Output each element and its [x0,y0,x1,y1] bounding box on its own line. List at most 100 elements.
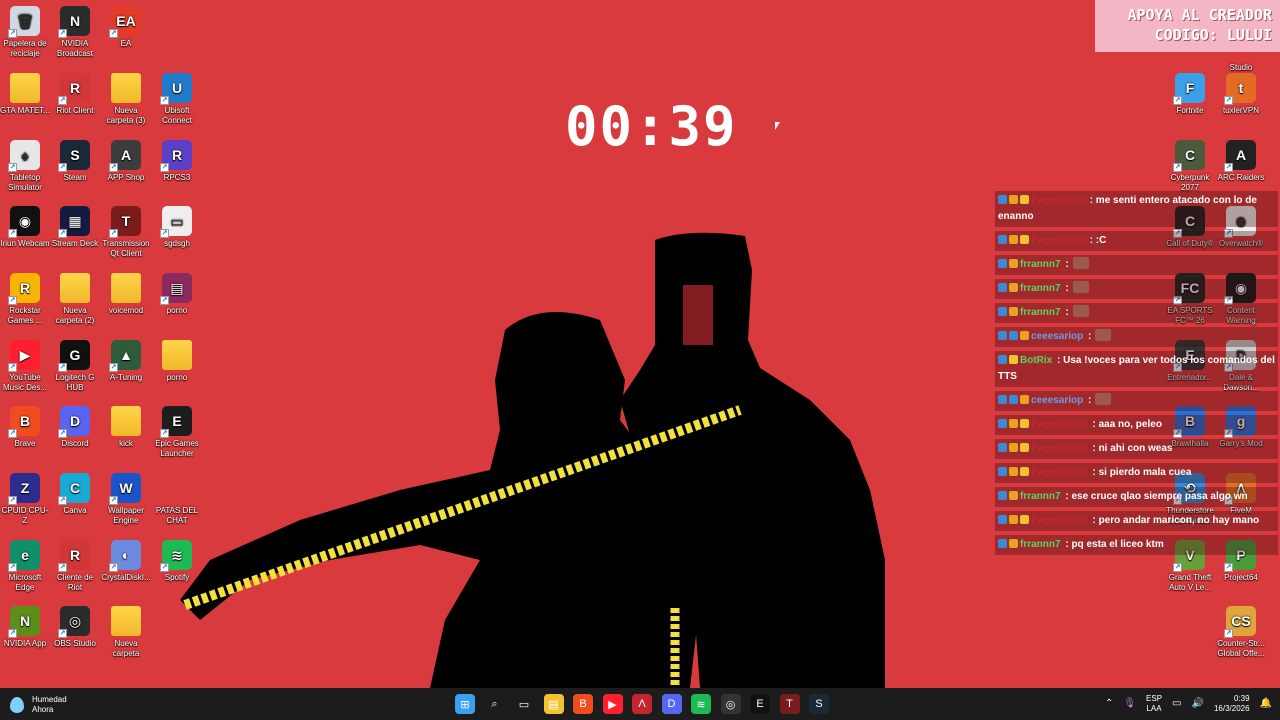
taskbar-transmission-icon[interactable]: T [779,694,800,714]
desktop-icon-nvidia-broadcast[interactable]: N ↗ NVIDIA Broadcast [50,6,100,59]
desktop-icon-nueva-carpeta-2[interactable]: Nueva carpeta (2) [50,273,100,326]
desktop-icon-nueva-carpeta[interactable]: Nueva carpeta [101,606,151,659]
desktop-icon-tabletop-simulator[interactable]: ♠ ↗ Tabletop Simulator [0,140,50,193]
chat-badge-icon [1009,355,1018,364]
chat-badge-icon [1009,331,1018,340]
desktop-icon-label: Wallpaper Engine [108,506,144,525]
taskbar-youtube-music-icon[interactable]: ▶ [602,694,623,714]
desktop-icon-label: Discord [61,439,89,448]
desktop-icon-brave[interactable]: B ↗ Brave [0,406,50,449]
taskbar-file-explorer-icon[interactable]: ▤ [543,694,564,714]
desktop-icon-transmission-qt-client[interactable]: T ↗ Transmission Qt Client [101,206,151,259]
desktop-icon-porno[interactable]: ▤ ↗ porno [152,273,202,316]
chat-text: : aaa no, peleo [1089,419,1162,430]
desktop-icon-logitech-g-hub[interactable]: G ↗ Logitech G HUB [50,340,100,393]
desktop-icon-gta-matet[interactable]: GTA MATET... [0,73,50,116]
shortcut-arrow-icon: ↗ [160,229,169,238]
desktop-icon-label: Nueva carpeta (3) [106,106,146,125]
chat-badge-icon [1009,283,1018,292]
taskbar-app-a-icon[interactable]: Λ [632,694,652,714]
chat-badge-icon [1020,195,1029,204]
desktop-icon-iriun-webcam[interactable]: ◉ ↗ Iriun Webcam [0,206,50,249]
desktop-icon-label: Ubisoft Connect [162,106,192,125]
taskbar-steam-icon[interactable]: S [809,694,829,714]
desktop-icon-rpcs3[interactable]: R ↗ RPCS3 [152,140,202,183]
chat-badge-icon [998,259,1007,268]
desktop-icon-steam[interactable]: S ↗ Steam [50,140,100,183]
microphone-icon[interactable]: 🎙 [1123,699,1136,709]
shortcut-arrow-icon: ↗ [58,563,67,572]
desktop-icon-label: Cliente de Riot [56,573,94,592]
desktop-icon-app-shop[interactable]: A ↗ APP Shop [101,140,151,183]
desktop-icon-label: Grand Theft Auto V Le... [1168,573,1212,592]
shortcut-arrow-icon: ↗ [8,496,17,505]
shortcut-arrow-icon: ↗ [58,629,67,638]
discord-icon: D ↗ [58,406,90,438]
desktop-icon-tuxlervpn[interactable]: t ↗ tuxlerVPN [1216,73,1266,116]
desktop-icon-arc-raiders[interactable]: A ↗ ARC Raiders [1216,140,1266,183]
desktop-icon-label: Rockstar Games ... [7,306,43,325]
clock[interactable]: 0:39 16/3/2026 [1214,694,1250,714]
shortcut-arrow-icon: ↗ [109,363,118,372]
weather-widget[interactable]: Humedad Ahora [10,693,67,717]
desktop-icon-canva[interactable]: C ↗ Canva [50,473,100,516]
cpuid-cpu-z-icon: Z ↗ [8,473,40,505]
desktop-icon-fortnite[interactable]: F ↗ Fortnite [1165,73,1215,116]
chat-badge-icon [1009,419,1018,428]
taskbar-spotify-icon[interactable]: ≋ [691,694,711,714]
nvidia-app-icon: N ↗ [8,606,40,638]
desktop-icon-cyberpunk-2077[interactable]: C ↗ Cyberpunk 2077 [1165,140,1215,193]
desktop-icon-microsoft-edge[interactable]: e ↗ Microsoft Edge [0,540,50,593]
desktop-icon-nvidia-app[interactable]: N ↗ NVIDIA App [0,606,50,649]
desktop-icon-cpuid-cpu-z[interactable]: Z ↗ CPUID CPU-Z [0,473,50,526]
chat-emote-icon [1095,393,1112,405]
desktop-icon-label: NVIDIA App [3,639,47,648]
network-icon[interactable]: ▭ [1172,699,1181,709]
language-indicator[interactable]: ESP LAA [1146,694,1162,714]
chat-message: frrannn7 : pq esta el liceo ktm [995,535,1278,555]
porno-icon: ▤ ↗ [160,273,192,305]
desktop-icon-ubisoft-connect[interactable]: U ↗ Ubisoft Connect [152,73,202,126]
microsoft-edge-icon: e ↗ [8,540,40,572]
taskbar-brave-icon[interactable]: B [573,694,593,714]
shortcut-arrow-icon: ↗ [58,429,67,438]
iriun-webcam-icon: ◉ ↗ [8,206,40,238]
shortcut-arrow-icon: ↗ [109,229,118,238]
chat-text: : :C [1089,235,1107,246]
desktop-icon-youtube-music-des[interactable]: ▶ ↗ YouTube Music Des... [0,340,50,393]
desktop-icon-voicemod[interactable]: voicemod [101,273,151,316]
desktop-icon-spotify[interactable]: ≋ ↗ Spotify [152,540,202,583]
notification-bell-icon[interactable]: 🔔 [1260,699,1272,709]
taskbar-epic-icon[interactable]: E [750,694,770,714]
desktop-icon-papelera-de-reciclaje[interactable]: 🗑 ↗ Papelera de reciclaje [0,6,50,59]
rpcs3-icon: R ↗ [160,140,192,172]
desktop-icon-counter-str-global-offe[interactable]: CS ↗ Counter-Str... Global Offe... [1216,606,1266,659]
taskbar-task-view-icon[interactable]: ▭ [514,694,534,714]
shortcut-arrow-icon: ↗ [8,629,17,638]
desktop-icon-crystaldiski[interactable]: ◐ ↗ CrystalDiskI... [101,540,151,583]
desktop-icon-porno[interactable]: porno [152,340,202,383]
desktop-icon-label: Spotify [164,573,190,582]
taskbar-search-icon[interactable]: ⌕ [485,694,505,714]
chevron-up-icon[interactable]: ⌃ [1105,699,1113,709]
desktop-icon-wallpaper-engine[interactable]: W ↗ Wallpaper Engine [101,473,151,526]
taskbar-obs-icon[interactable]: ◎ [720,694,741,714]
desktop-icon-cliente-de-riot[interactable]: R ↗ Cliente de Riot [50,540,100,593]
desktop-icon-stream-deck[interactable]: ▦ ↗ Stream Deck [50,206,100,249]
desktop-icon-riot-client[interactable]: R ↗ Riot Client [50,73,100,116]
desktop-icon-nueva-carpeta-3[interactable]: Nueva carpeta (3) [101,73,151,126]
chat-text: : pero andar maricon, no hay mano [1089,515,1260,526]
desktop-icon-patas-del-chat[interactable]: PATAS DEL CHAT [152,473,202,526]
desktop-icon-rockstar-games[interactable]: R ↗ Rockstar Games ... [0,273,50,326]
taskbar-discord-icon[interactable]: D [661,694,682,714]
taskbar-start-icon[interactable]: ⊞ [455,694,475,714]
desktop-icon-kick[interactable]: kick [101,406,151,449]
countdown-timer: 00:39 [565,95,738,158]
desktop-icon-discord[interactable]: D ↗ Discord [50,406,100,449]
desktop-icon-a-tuning[interactable]: ▲ ↗ A-Tuning [101,340,151,383]
desktop-icon-sgdsgh[interactable]: ▭ ↗ sgdsgh [152,206,202,249]
desktop-icon-ea[interactable]: EA ↗ EA [101,6,151,49]
volume-icon[interactable]: 🔊 [1192,699,1204,709]
desktop-icon-epic-games-launcher[interactable]: E ↗ Epic Games Launcher [152,406,202,459]
desktop-icon-obs-studio[interactable]: ◎ ↗ OBS Studio [50,606,100,649]
